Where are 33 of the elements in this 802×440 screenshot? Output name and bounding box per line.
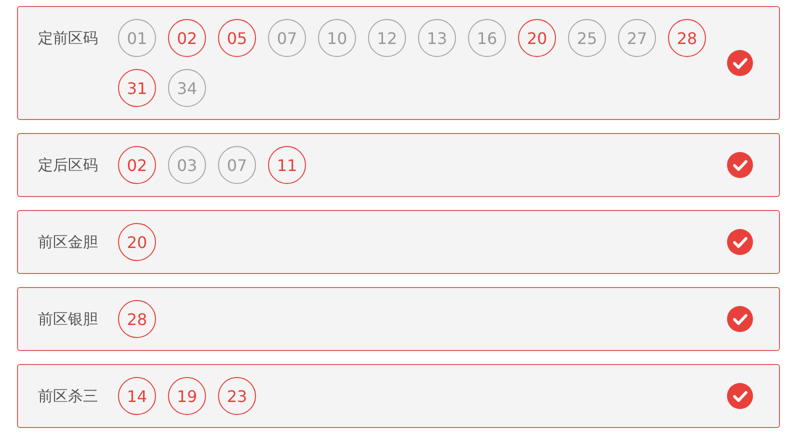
number-ball[interactable]: 20 (518, 19, 556, 57)
check-icon[interactable] (727, 306, 753, 332)
number-ball[interactable]: 28 (668, 19, 706, 57)
number-ball[interactable]: 05 (218, 19, 256, 57)
number-ball[interactable]: 16 (468, 19, 506, 57)
check-icon[interactable] (727, 383, 753, 409)
row-label: 定后区码 (38, 155, 99, 176)
number-ball[interactable]: 14 (118, 377, 156, 415)
number-ball[interactable]: 34 (168, 69, 206, 107)
number-ball[interactable]: 31 (118, 69, 156, 107)
number-ball[interactable]: 02 (168, 19, 206, 57)
number-ball[interactable]: 19 (168, 377, 206, 415)
number-ball[interactable]: 13 (418, 19, 456, 57)
number-ball[interactable]: 07 (218, 146, 256, 184)
number-ball[interactable]: 11 (268, 146, 306, 184)
number-ball[interactable]: 23 (218, 377, 256, 415)
number-ball[interactable]: 01 (118, 19, 156, 57)
number-ball[interactable]: 25 (568, 19, 606, 57)
number-ball[interactable]: 28 (118, 300, 156, 338)
row-label: 定前区码 (38, 28, 99, 49)
number-ball[interactable]: 03 (168, 146, 206, 184)
number-ball[interactable]: 10 (318, 19, 356, 57)
row-label: 前区银胆 (38, 309, 99, 330)
number-ball[interactable]: 02 (118, 146, 156, 184)
check-icon[interactable] (727, 50, 753, 76)
number-ball[interactable]: 20 (118, 223, 156, 261)
number-ball[interactable]: 12 (368, 19, 406, 57)
number-ball[interactable]: 27 (618, 19, 656, 57)
check-icon[interactable] (727, 152, 753, 178)
check-icon[interactable] (727, 229, 753, 255)
row-label: 前区金胆 (38, 232, 99, 253)
number-ball[interactable]: 07 (268, 19, 306, 57)
row-label: 前区杀三 (38, 386, 99, 407)
